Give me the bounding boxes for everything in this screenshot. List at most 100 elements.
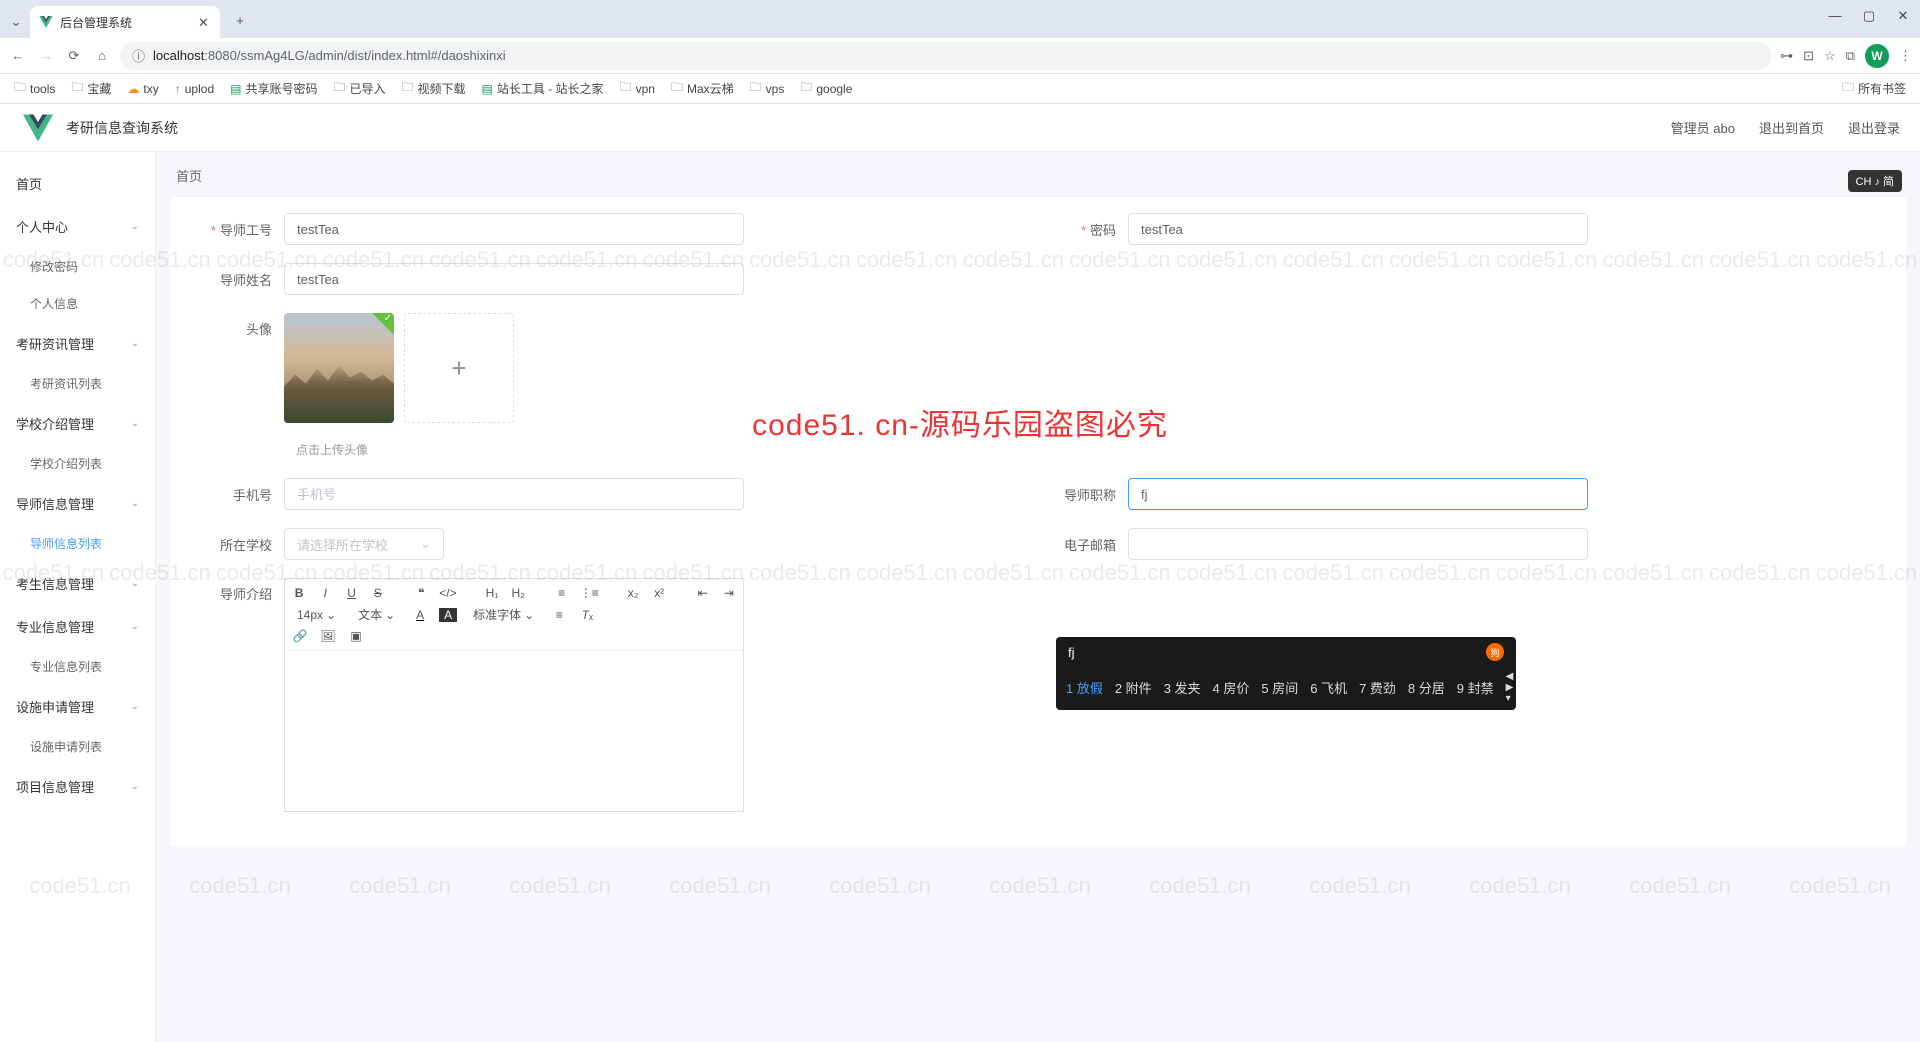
email-input[interactable] <box>1128 528 1588 560</box>
sidebar-sub-school-list[interactable]: 学校介绍列表 <box>0 445 155 482</box>
sheet-icon: ▤ <box>230 82 241 96</box>
exit-to-home[interactable]: 退出到首页 <box>1759 118 1824 137</box>
ime-page-nav[interactable]: ◀ ▶ ▾ <box>1506 671 1514 704</box>
superscript-icon[interactable]: x² <box>651 586 667 600</box>
sidebar-item-facility[interactable]: 设施申请管理⌄ <box>0 685 155 728</box>
bookmark-item[interactable]: 🗀已导入 <box>327 76 391 101</box>
back-button[interactable]: ← <box>8 46 28 66</box>
sidebar-sub-password[interactable]: 修改密码 <box>0 248 155 285</box>
bookmark-item[interactable]: ↑uplod <box>169 80 220 98</box>
all-bookmarks[interactable]: 🗀所有书签 <box>1836 76 1912 101</box>
bookmark-item[interactable]: 🗀Max云梯 <box>665 76 740 101</box>
ime-candidate[interactable]: 2 附件 <box>1115 678 1152 697</box>
sidebar-sub-news-list[interactable]: 考研资讯列表 <box>0 365 155 402</box>
sidebar-sub-facility-list[interactable]: 设施申请列表 <box>0 728 155 765</box>
school-select[interactable]: 请选择所在学校⌄ <box>284 528 444 560</box>
sidebar-item-major[interactable]: 专业信息管理⌄ <box>0 605 155 648</box>
ime-candidate[interactable]: 1 放假 <box>1066 678 1103 697</box>
bg-color-icon[interactable]: A <box>439 608 457 622</box>
phone-input[interactable] <box>284 478 744 510</box>
label-phone: 手机号 <box>194 485 284 504</box>
cloud-icon: ☁ <box>127 82 139 96</box>
sidebar-item-home[interactable]: 首页 <box>0 162 155 205</box>
ime-indicator[interactable]: CH ♪ 简 <box>1848 170 1903 192</box>
bookmark-item[interactable]: 🗀vpn <box>614 76 661 101</box>
italic-icon[interactable]: I <box>317 586 333 600</box>
sidebar-item-student[interactable]: 考生信息管理⌄ <box>0 562 155 605</box>
menu-icon[interactable]: ⋮ <box>1899 48 1912 64</box>
align-icon[interactable]: ≡ <box>550 608 568 622</box>
sidebar-item-project[interactable]: 项目信息管理⌄ <box>0 765 155 808</box>
ime-candidate[interactable]: 9 封禁 <box>1457 678 1494 697</box>
sidebar-item-teacher[interactable]: 导师信息管理⌄ <box>0 482 155 525</box>
strike-icon[interactable]: S <box>370 586 386 600</box>
browser-tab[interactable]: 后台管理系统 ✕ <box>30 6 220 38</box>
sidebar-sub-teacher-list[interactable]: 导师信息列表 <box>0 525 155 562</box>
font-family-select[interactable]: 标准字体 ⌄ <box>467 606 540 623</box>
logout-button[interactable]: 退出登录 <box>1848 118 1900 137</box>
site-info-icon[interactable]: ⓘ <box>132 46 145 65</box>
link-icon[interactable]: 🔗 <box>291 629 309 643</box>
indent-right-icon[interactable]: ⇥ <box>721 586 737 600</box>
teacher-id-input[interactable] <box>284 213 744 245</box>
user-label[interactable]: 管理员 abo <box>1671 118 1735 137</box>
list-ordered-icon[interactable]: ≡ <box>554 586 570 600</box>
sidebar-item-school[interactable]: 学校介绍管理⌄ <box>0 402 155 445</box>
bookmark-item[interactable]: 🗀google <box>794 76 858 101</box>
tab-dropdown[interactable]: ⌄ <box>6 12 26 32</box>
avatar-preview[interactable] <box>284 313 394 423</box>
bookmark-item[interactable]: 🗀宝藏 <box>65 76 117 101</box>
ime-candidate[interactable]: 7 费劲 <box>1359 678 1396 697</box>
bookmark-item[interactable]: 🗀tools <box>8 76 61 101</box>
h1-icon[interactable]: H₁ <box>484 586 500 600</box>
video-icon[interactable]: ▣ <box>347 629 365 643</box>
key-icon[interactable]: ⊶ <box>1780 48 1793 64</box>
bookmark-icon[interactable]: ☆ <box>1824 48 1836 64</box>
bookmark-item[interactable]: 🗀vps <box>744 76 791 101</box>
ime-candidate[interactable]: 3 发夹 <box>1164 678 1201 697</box>
name-input[interactable] <box>284 263 744 295</box>
ime-candidate[interactable]: 8 分居 <box>1408 678 1445 697</box>
code-icon[interactable]: </> <box>439 586 456 600</box>
ime-candidate[interactable]: 6 飞机 <box>1310 678 1347 697</box>
sidebar-sub-major-list[interactable]: 专业信息列表 <box>0 648 155 685</box>
clear-format-icon[interactable]: Tₓ <box>578 608 596 622</box>
password-input[interactable] <box>1128 213 1588 245</box>
avatar-upload-button[interactable]: + <box>404 313 514 423</box>
text-color-icon[interactable]: A <box>411 608 429 622</box>
list-bullet-icon[interactable]: ⋮≡ <box>580 586 598 600</box>
profile-avatar[interactable]: W <box>1865 44 1889 68</box>
ime-candidate[interactable]: 5 房间 <box>1261 678 1298 697</box>
close-tab-icon[interactable]: ✕ <box>198 15 212 29</box>
minimize-button[interactable]: — <box>1826 8 1844 24</box>
bold-icon[interactable]: B <box>291 586 307 600</box>
bookmark-item[interactable]: ▤共享账号密码 <box>224 78 323 99</box>
url-input[interactable]: ⓘ localhost:8080/ssmAg4LG/admin/dist/ind… <box>120 42 1772 70</box>
ime-candidate[interactable]: 4 房价 <box>1213 678 1250 697</box>
maximize-button[interactable]: ▢ <box>1860 8 1878 24</box>
home-button[interactable]: ⌂ <box>92 46 112 66</box>
h2-icon[interactable]: H₂ <box>510 586 526 600</box>
bookmark-item[interactable]: 🗀视频下载 <box>396 76 472 101</box>
underline-icon[interactable]: U <box>343 586 359 600</box>
title-input[interactable] <box>1128 478 1588 510</box>
quote-icon[interactable]: ❝ <box>413 586 429 600</box>
extensions-icon[interactable]: ⧉ <box>1846 48 1855 64</box>
sidebar-item-news[interactable]: 考研资讯管理⌄ <box>0 322 155 365</box>
qr-icon[interactable]: ⊡ <box>1803 48 1814 64</box>
sidebar-sub-profile[interactable]: 个人信息 <box>0 285 155 322</box>
font-size-select[interactable]: 14px ⌄ <box>291 608 342 622</box>
image-icon[interactable]: 🖼 <box>319 629 337 643</box>
reload-button[interactable]: ⟳ <box>64 46 84 66</box>
indent-left-icon[interactable]: ⇤ <box>695 586 711 600</box>
font-type-select[interactable]: 文本 ⌄ <box>352 606 401 623</box>
editor-content[interactable] <box>285 651 743 811</box>
forward-button[interactable]: → <box>36 46 56 66</box>
new-tab-button[interactable]: + <box>226 6 254 34</box>
bookmark-item[interactable]: ▤站长工具 - 站长之家 <box>476 78 610 99</box>
sidebar-item-personal[interactable]: 个人中心⌄ <box>0 205 155 248</box>
subscript-icon[interactable]: x₂ <box>625 586 641 600</box>
label-teacher-id: *导师工号 <box>194 220 284 239</box>
bookmark-item[interactable]: ☁txy <box>121 80 164 98</box>
close-window-button[interactable]: ✕ <box>1894 8 1912 24</box>
